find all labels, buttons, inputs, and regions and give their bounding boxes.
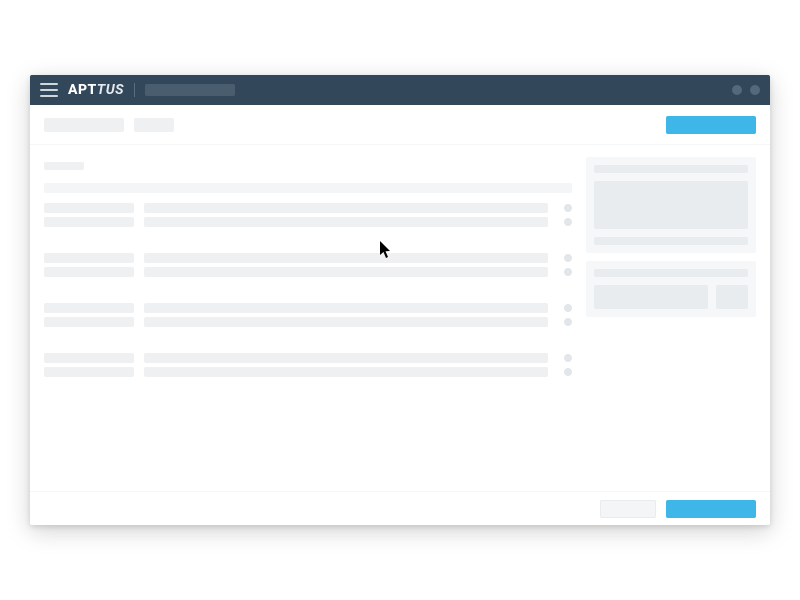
list-header-skeleton <box>44 183 572 193</box>
row-col-b <box>144 353 548 363</box>
side-line <box>594 237 748 245</box>
footer-primary-button[interactable] <box>666 500 756 518</box>
nav-action-dot-1[interactable] <box>732 85 742 95</box>
list-row[interactable] <box>44 317 572 327</box>
nav-search-placeholder[interactable] <box>145 84 235 96</box>
row-col-a <box>44 353 134 363</box>
list-row[interactable] <box>44 217 572 227</box>
brand-part2: TUS <box>97 82 124 98</box>
list <box>44 203 572 479</box>
list-row[interactable] <box>44 303 572 313</box>
content <box>30 145 770 491</box>
row-col-a <box>44 303 134 313</box>
header-primary-button[interactable] <box>666 116 756 134</box>
side-panel-mid <box>586 261 756 317</box>
row-col-b <box>144 303 548 313</box>
list-group <box>44 253 572 281</box>
row-col-a <box>44 253 134 263</box>
list-group <box>44 303 572 331</box>
row-status-dot <box>564 254 572 262</box>
side-block-b <box>716 285 748 309</box>
main-column <box>44 157 572 479</box>
side-line <box>594 165 748 173</box>
row-col-b <box>144 367 548 377</box>
row-col-b <box>144 317 548 327</box>
list-row[interactable] <box>44 353 572 363</box>
row-col-b <box>144 267 548 277</box>
row-status-dot <box>564 368 572 376</box>
list-row[interactable] <box>44 367 572 377</box>
side-column <box>586 157 756 479</box>
side-split <box>594 285 748 309</box>
row-col-a <box>44 367 134 377</box>
side-block-a <box>594 285 708 309</box>
row-col-b <box>144 253 548 263</box>
breadcrumb-row <box>44 157 572 175</box>
row-status-dot <box>564 304 572 312</box>
side-panel-top <box>586 157 756 253</box>
row-col-a <box>44 217 134 227</box>
brand-logo: APTTUS <box>68 82 124 98</box>
row-status-dot <box>564 218 572 226</box>
navbar: APTTUS <box>30 75 770 105</box>
row-col-b <box>144 203 548 213</box>
brand-part1: APT <box>68 82 97 98</box>
list-row[interactable] <box>44 203 572 213</box>
list-row[interactable] <box>44 267 572 277</box>
row-status-dot <box>564 268 572 276</box>
menu-icon[interactable] <box>40 83 58 97</box>
footer <box>30 491 770 525</box>
app-window: APTTUS <box>30 75 770 525</box>
page-title-placeholder <box>44 118 174 132</box>
crumb-skeleton <box>44 162 84 170</box>
row-status-dot <box>564 318 572 326</box>
title-skeleton-2 <box>134 118 174 132</box>
row-status-dot <box>564 354 572 362</box>
list-row[interactable] <box>44 253 572 263</box>
title-skeleton-1 <box>44 118 124 132</box>
footer-secondary-button[interactable] <box>600 500 656 518</box>
row-col-a <box>44 203 134 213</box>
list-group <box>44 203 572 231</box>
row-col-a <box>44 267 134 277</box>
side-line <box>594 269 748 277</box>
nav-action-dot-2[interactable] <box>750 85 760 95</box>
subheader <box>30 105 770 145</box>
list-group <box>44 353 572 381</box>
brand-divider <box>134 83 135 97</box>
row-col-a <box>44 317 134 327</box>
row-col-b <box>144 217 548 227</box>
side-thumbnail <box>594 181 748 229</box>
row-status-dot <box>564 204 572 212</box>
